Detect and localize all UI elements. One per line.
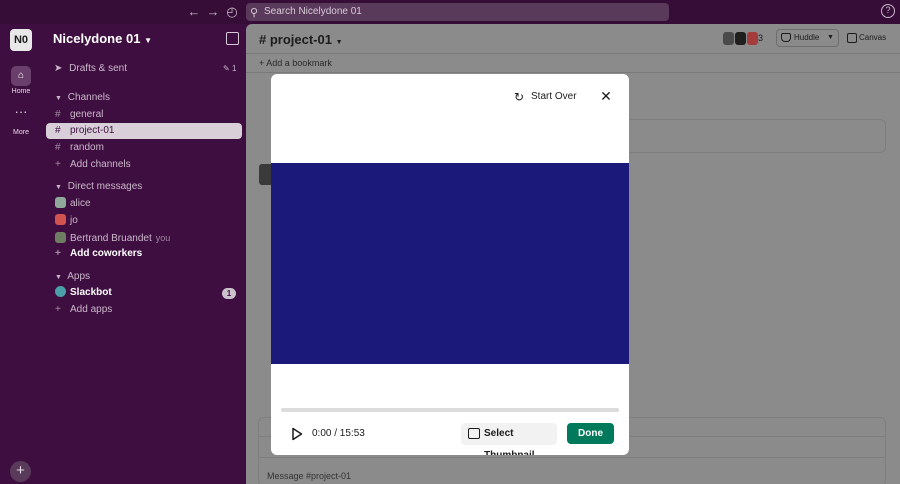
drafts-label: Drafts & sent	[69, 63, 127, 74]
search-input[interactable]: ⚲ Search Nicelydone 01	[246, 3, 669, 21]
dm-item-alice[interactable]: alice	[46, 196, 242, 212]
avatar	[747, 32, 758, 45]
video-time: 0:00 / 15:53	[312, 428, 365, 439]
search-icon: ⚲	[250, 7, 259, 19]
channel-item-project-01[interactable]: # project-01	[46, 123, 242, 139]
back-arrow-icon[interactable]: ←	[186, 4, 202, 20]
add-channels-button[interactable]: + Add channels	[46, 157, 242, 173]
workspace-rail: N0 ⌂ Home ··· More +	[0, 24, 42, 484]
start-over-button[interactable]: ↻ Start Over	[514, 90, 577, 104]
plus-icon: +	[259, 58, 265, 68]
plus-icon: +	[55, 304, 61, 315]
more-label: More	[13, 129, 29, 136]
member-count: 3	[758, 33, 764, 43]
avatar	[735, 32, 746, 45]
you-label: you	[155, 233, 171, 243]
dm-section-header[interactable]: ▼ Direct messages	[55, 181, 142, 192]
search-placeholder: Search Nicelydone 01	[264, 6, 362, 17]
caret-down-icon: ▼	[55, 184, 62, 191]
dm-item-bertrand[interactable]: Bertrand Bruandet you	[46, 230, 242, 246]
composer-placeholder: Message #project-01	[267, 471, 352, 481]
hash-icon: #	[55, 109, 61, 120]
history-icon[interactable]: ◴	[224, 4, 240, 20]
canvas-label: Canvas	[859, 33, 887, 42]
channel-item-random[interactable]: # random	[46, 140, 242, 156]
channel-title: # project-01	[259, 32, 332, 47]
forward-arrow-icon[interactable]: →	[205, 4, 221, 20]
image-icon	[468, 428, 480, 439]
compose-icon[interactable]	[226, 32, 239, 45]
channel-item-general[interactable]: # general	[46, 107, 242, 123]
avatar	[55, 214, 66, 225]
start-over-label: Start Over	[531, 91, 577, 102]
add-bookmark-button[interactable]: + Add a bookmark	[259, 58, 332, 68]
caret-down-icon: ▼	[55, 274, 62, 281]
caret-down-icon: ▼	[55, 95, 62, 102]
canvas-icon	[847, 33, 857, 43]
send-icon: ➤	[54, 63, 63, 74]
plus-icon: +	[55, 159, 61, 170]
avatar	[55, 232, 66, 243]
unread-badge: 1	[222, 288, 236, 299]
app-item-slackbot[interactable]: Slackbot 1	[46, 285, 242, 301]
home-label: Home	[11, 88, 31, 95]
pencil-icon: ✎	[223, 64, 230, 73]
dm-item-jo[interactable]: jo	[46, 213, 242, 229]
drafts-and-sent[interactable]: ➤ Drafts & sent	[54, 63, 127, 74]
more-icon[interactable]: ···	[11, 105, 31, 122]
add-coworkers-button[interactable]: + Add coworkers	[46, 246, 242, 262]
canvas-button[interactable]: Canvas	[846, 29, 892, 47]
done-button[interactable]: Done	[567, 423, 614, 444]
video-scrubber[interactable]	[281, 408, 619, 412]
select-thumbnail-label: Select Thumbnail	[484, 428, 535, 455]
slackbot-icon	[55, 286, 66, 297]
avatar	[55, 197, 66, 208]
video-preview[interactable]	[271, 163, 629, 364]
huddle-label: Huddle	[794, 33, 820, 42]
member-avatars[interactable]	[723, 32, 759, 48]
channel-title-button[interactable]: # project-01 ▼	[259, 32, 343, 47]
help-icon[interactable]: ?	[881, 4, 895, 18]
hash-icon: #	[55, 142, 61, 153]
play-icon[interactable]	[291, 427, 303, 441]
video-thumbnail-modal: ↻ Start Over ✕ 0:00 / 15:53 Select Thumb…	[271, 74, 629, 455]
workspace-name: Nicelydone 01	[53, 31, 141, 46]
hash-icon: #	[55, 125, 61, 136]
headphones-icon	[781, 33, 791, 42]
workspace-badge[interactable]: N0	[10, 29, 32, 51]
plus-icon: +	[55, 248, 61, 259]
refresh-icon: ↻	[514, 90, 525, 104]
select-thumbnail-button[interactable]: Select Thumbnail	[461, 423, 557, 455]
avatar	[723, 32, 734, 45]
add-apps-button[interactable]: + Add apps	[46, 302, 242, 318]
top-bar: ← → ◴ ⚲ Search Nicelydone 01 ?	[0, 0, 900, 24]
close-icon[interactable]: ✕	[599, 89, 613, 103]
chevron-down-icon: ▼	[335, 39, 343, 46]
chevron-down-icon: ▼	[144, 36, 152, 45]
channels-section-header[interactable]: ▼ Channels	[55, 92, 110, 103]
sidebar: Nicelydone 01 ▼ ➤ Drafts & sent ✎ 1 ▼ Ch…	[42, 24, 246, 484]
add-workspace-icon[interactable]: +	[10, 461, 31, 482]
drafts-count: ✎ 1	[223, 64, 237, 73]
chevron-down-icon[interactable]: ▼	[827, 30, 834, 46]
workspace-name-button[interactable]: Nicelydone 01 ▼	[53, 31, 152, 46]
huddle-button[interactable]: Huddle ▼	[776, 29, 839, 47]
home-icon[interactable]: ⌂	[11, 66, 31, 86]
divider	[246, 72, 900, 73]
apps-section-header[interactable]: ▼ Apps	[55, 271, 90, 282]
divider	[246, 53, 900, 54]
